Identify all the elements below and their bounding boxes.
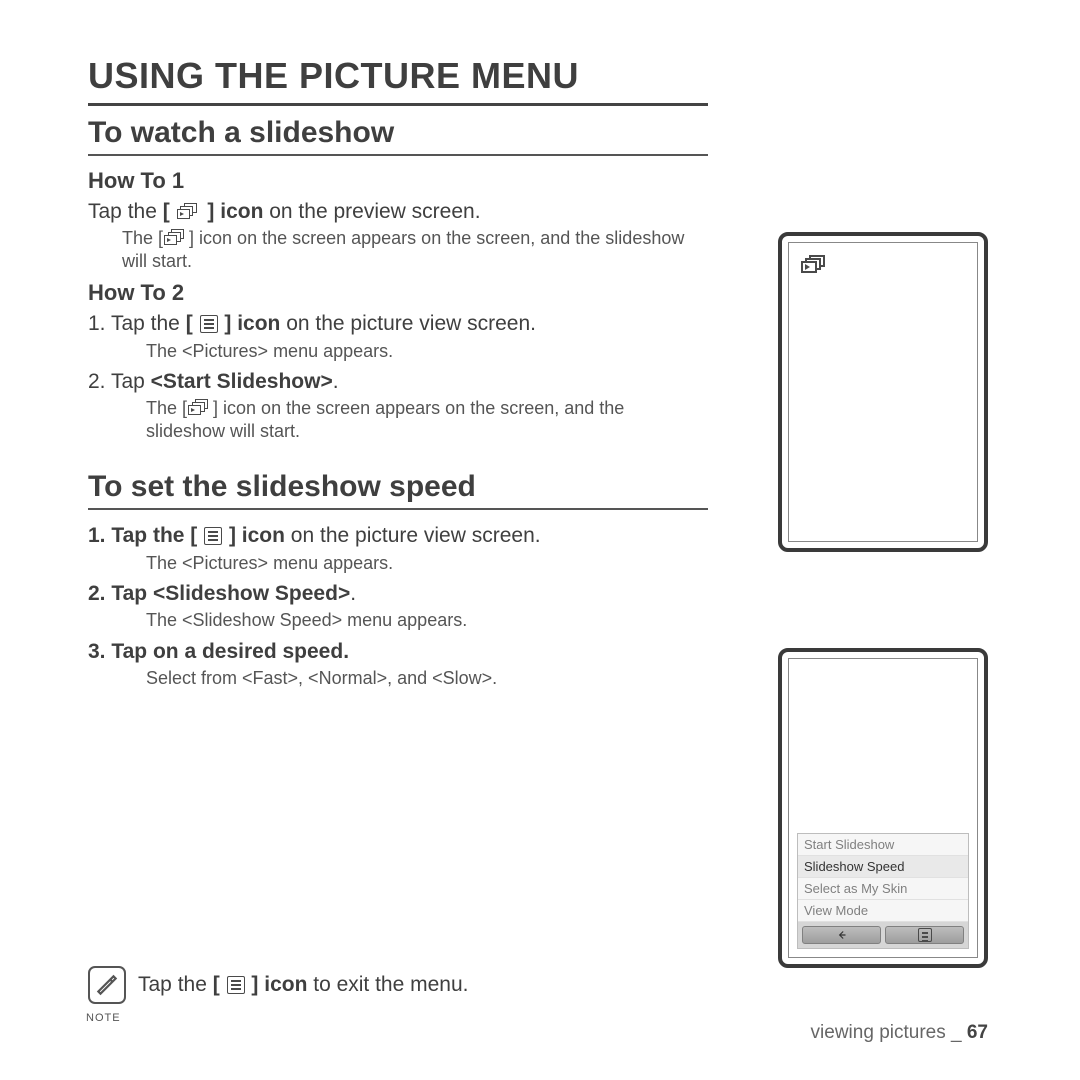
page-title: USING THE PICTURE MENU [88,55,708,97]
page-footer: viewing pictures _ 67 [811,1022,988,1044]
pictures-menu-popup: Start Slideshow Slideshow Speed Select a… [797,833,969,949]
howto-2-step-2-sub: The [] icon on the screen appears on the… [146,397,708,442]
slideshow-stack-icon [177,203,201,221]
menu-item-select-as-my-skin[interactable]: Select as My Skin [798,878,968,900]
list-menu-icon [227,976,245,994]
divider [88,103,708,106]
menu-item-slideshow-speed[interactable]: Slideshow Speed [798,856,968,878]
speed-step-3: 3. Tap on a desired speed. [88,638,708,665]
menu-button[interactable] [885,926,964,944]
note-text: Tap the [ ] icon to exit the menu. [138,971,469,998]
howto-2-step-2: 2. Tap <Start Slideshow>. [88,368,708,395]
device-illustration-top [778,232,988,552]
speed-step-1-sub: The <Pictures> menu appears. [146,552,708,575]
menu-item-start-slideshow[interactable]: Start Slideshow [798,834,968,856]
speed-step-2: 2. Tap <Slideshow Speed>. [88,580,708,607]
back-arrow-icon [835,928,849,942]
howto-2-step-1: 1. Tap the [ ] icon on the picture view … [88,310,708,337]
speed-step-1: 1. Tap the [ ] icon on the picture view … [88,522,708,549]
howto-1-label: How To 1 [88,168,708,194]
list-menu-icon [200,315,218,333]
howto-1-sub: The [] icon on the screen appears on the… [122,227,708,272]
section-heading-speed: To set the slideshow speed [88,470,708,504]
howto-2-label: How To 2 [88,280,708,306]
list-menu-icon [918,928,932,942]
device-illustration-bottom: Start Slideshow Slideshow Speed Select a… [778,648,988,968]
speed-step-3-sub: Select from <Fast>, <Normal>, and <Slow>… [146,667,708,690]
section-heading-slideshow: To watch a slideshow [88,116,708,150]
list-menu-icon [204,527,222,545]
speed-step-2-sub: The <Slideshow Speed> menu appears. [146,609,708,632]
divider [88,508,708,510]
howto-1-step: Tap the [ ] icon on the preview screen. [88,198,708,225]
slideshow-stack-icon [801,255,829,277]
menu-item-view-mode[interactable]: View Mode [798,900,968,922]
divider [88,154,708,156]
note-label: NOTE [86,1012,121,1024]
back-button[interactable] [802,926,881,944]
slideshow-stack-icon [188,399,212,417]
slideshow-stack-icon [164,229,188,247]
note-icon [88,966,126,1004]
howto-2-step-1-sub: The <Pictures> menu appears. [146,340,708,363]
